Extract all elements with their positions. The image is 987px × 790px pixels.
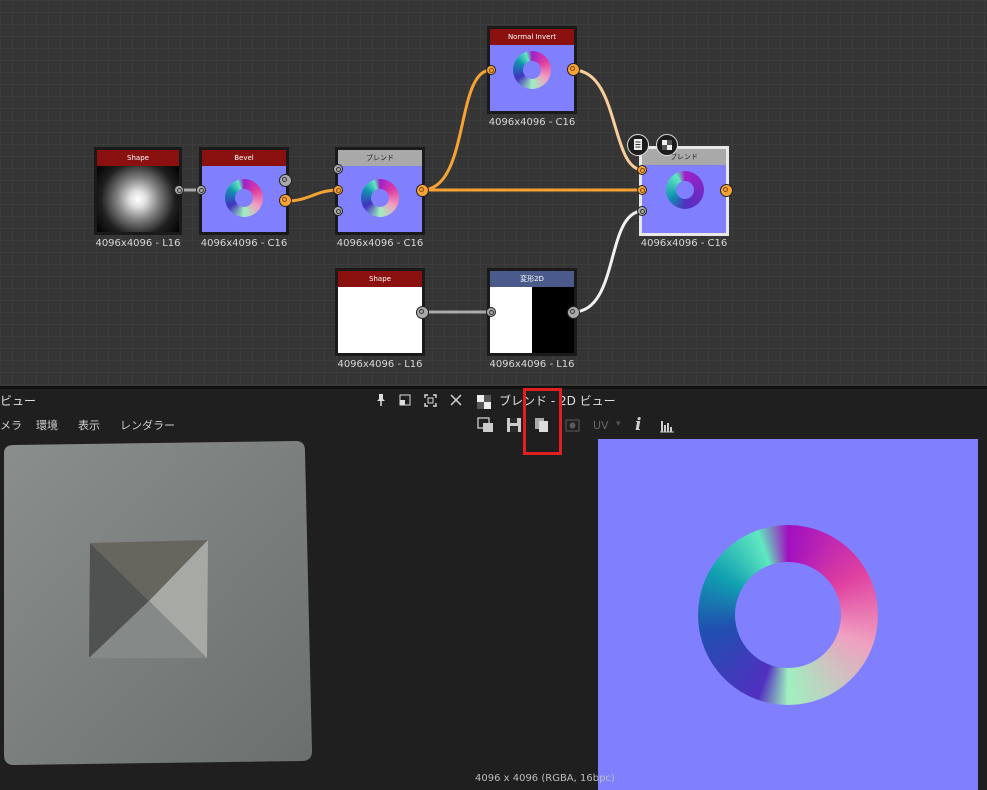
input-port[interactable] [333,164,343,174]
checker-icon[interactable] [656,134,678,156]
menu-display[interactable]: 表示 [78,417,100,433]
uv-dropdown[interactable]: UV [593,419,609,432]
node-blend[interactable]: ブレンド [335,147,425,235]
node-preview [97,166,179,232]
checker-icon [477,394,491,413]
node-preview [338,166,422,232]
2d-image-preview[interactable] [598,439,978,790]
ring-preview [666,171,704,209]
node-resolution-label: 4096x4096 - C16 [200,238,288,249]
window-icon[interactable] [399,394,411,410]
node-title: ブレンド [642,149,726,165]
output-port[interactable] [279,194,292,207]
export-icon[interactable] [477,417,495,437]
ring-preview [361,179,399,217]
wire-blend1-normalinvert [421,68,492,192]
node-normal-invert[interactable]: Normal Invert [487,26,577,114]
node-preview [202,166,286,232]
input-port[interactable] [196,185,206,195]
node-resolution-label: 4096x4096 - L16 [489,359,575,370]
node-title: Shape [338,271,422,287]
view-icon [565,417,581,437]
input-port[interactable] [637,206,647,216]
pin-icon[interactable] [374,393,388,411]
node-preview [490,45,574,111]
3d-viewport[interactable] [0,439,468,789]
node-preview [338,287,422,353]
output-port[interactable] [567,63,580,76]
maximize-icon[interactable] [424,394,437,411]
input-port[interactable] [637,165,647,175]
node-title: Bevel [202,150,286,166]
node-resolution-label: 4096x4096 - L16 [337,359,423,370]
menu-renderer[interactable]: レンダラー [120,417,175,433]
save-icon[interactable] [506,417,522,437]
node-resolution-label: 4096x4096 - C16 [488,117,576,128]
output-port[interactable] [279,174,292,187]
status-text: 4096 x 4096 (RGBA, 16bpc) [475,773,615,784]
input-port[interactable] [637,185,647,195]
node-title: Shape [97,150,179,166]
node-resolution-label: 4096x4096 - L16 [95,238,181,249]
wire-bevel-blend1 [285,188,340,203]
ring-preview [513,51,551,89]
output-port[interactable] [720,184,733,197]
node-resolution-label: 4096x4096 - C16 [640,238,728,249]
node-graph-canvas[interactable]: Shape 4096x4096 - L16 Bevel 4096x4096 - … [0,0,987,386]
3d-view-panel: ビュー メラ 環境 表示 レンダラー [0,389,468,790]
wire-transform-blend2 [572,209,644,314]
input-port[interactable] [333,185,343,195]
node-preview [490,287,574,353]
2d-view-panel: ブレンド - 2D ビュー UV ▾ i 4096 x 4096 (RGBA, … [471,388,987,790]
info-icon[interactable]: i [635,415,641,435]
close-icon[interactable] [450,394,462,410]
ring-preview [225,179,263,217]
output-port[interactable] [174,185,184,195]
menu-camera[interactable]: メラ [0,417,22,433]
node-title: Normal Invert [490,29,574,45]
node-preview [642,165,726,233]
histogram-icon[interactable] [659,417,675,437]
input-port[interactable] [486,307,496,317]
node-shape[interactable]: Shape [94,147,182,235]
output-port[interactable] [416,306,429,319]
node-title: ブレンド [338,150,422,166]
node-resolution-label: 4096x4096 - C16 [336,238,424,249]
input-port[interactable] [486,65,496,75]
normal-ring [698,525,878,705]
node-shape-2[interactable]: Shape [335,268,425,356]
input-port[interactable] [333,206,343,216]
node-blend-selected[interactable]: ブレンド [639,146,729,236]
output-port[interactable] [416,184,429,197]
document-icon[interactable] [627,134,649,156]
output-port[interactable] [567,306,580,319]
node-transform-2d[interactable]: 変形2D [487,268,577,356]
panel-title: ビュー [0,394,37,408]
highlight-box [523,388,562,455]
menu-environment[interactable]: 環境 [36,417,58,433]
chevron-down-icon: ▾ [616,419,621,429]
node-bevel[interactable]: Bevel [199,147,289,235]
node-title: 変形2D [490,271,574,287]
